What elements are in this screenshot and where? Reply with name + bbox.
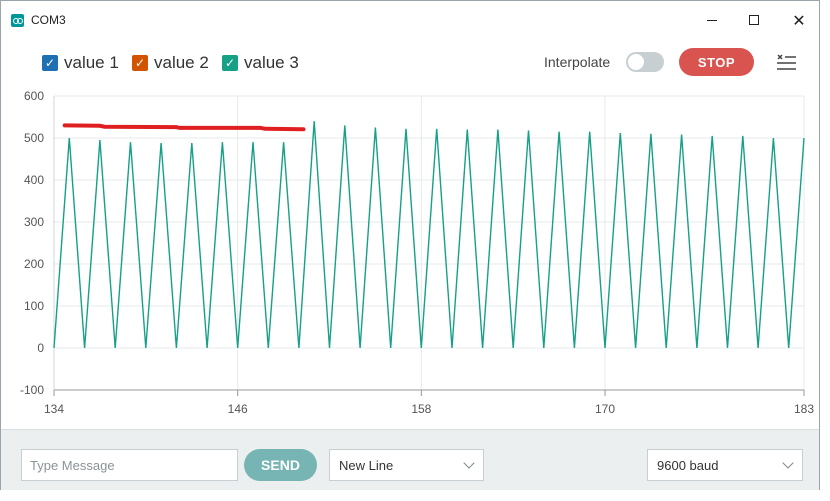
line-ending-select[interactable]: New Line: [329, 449, 484, 481]
series-line-value-3: [53, 121, 805, 349]
x-tick-label: 158: [411, 402, 431, 416]
y-tick-label: 0: [37, 341, 44, 355]
legend-item-value-2[interactable]: ✓ value 2: [132, 53, 209, 73]
plot-area: 600 500 400 300 200 100 0 -100134 146 158 170 183: [20, 89, 814, 416]
interpolate-label: Interpolate: [544, 54, 611, 70]
message-input[interactable]: [21, 449, 238, 481]
arduino-icon: [11, 14, 24, 27]
close-button[interactable]: ✕: [779, 9, 819, 31]
close-icon: ✕: [792, 10, 806, 30]
legend-item-value-1[interactable]: ✓ value 1: [42, 53, 119, 73]
toggle-knob: [628, 54, 644, 70]
stop-button[interactable]: STOP: [679, 48, 754, 76]
y-tick-label: 400: [24, 173, 44, 187]
y-tick-label: 500: [24, 131, 44, 145]
minimize-icon: [707, 19, 717, 21]
x-tick-label: 170: [595, 402, 615, 416]
chevron-down-icon: [782, 457, 794, 469]
line-ending-value: New Line: [339, 457, 394, 473]
checkbox-value-3[interactable]: ✓: [222, 55, 238, 71]
legend-label: value 2: [154, 53, 209, 72]
legend-label: value 3: [244, 53, 299, 72]
send-button[interactable]: SEND: [244, 449, 317, 481]
x-tick-label: 146: [228, 402, 248, 416]
serial-plotter-window: COM3 ✕ ✓ value 1 ✓ value 2 ✓ value 3 Int…: [0, 0, 820, 496]
x-tick-label: 134: [44, 402, 64, 416]
checkbox-value-1[interactable]: ✓: [42, 55, 58, 71]
message-bar: SEND New Line 9600 baud: [1, 429, 819, 495]
background-window-edge: [0, 490, 830, 501]
y-tick-label: 200: [24, 257, 44, 271]
checkbox-value-2[interactable]: ✓: [132, 55, 148, 71]
legend-item-value-3[interactable]: ✓ value 3: [222, 53, 299, 73]
chevron-down-icon: [463, 457, 475, 469]
red-annotation-mark: [62, 123, 306, 132]
title-bar: COM3 ✕: [1, 1, 819, 39]
maximize-button[interactable]: [734, 9, 774, 31]
window-title: COM3: [31, 13, 66, 27]
baud-rate-value: 9600 baud: [657, 457, 719, 473]
interpolate-toggle[interactable]: [626, 52, 664, 72]
minimize-button[interactable]: [692, 9, 732, 31]
clear-list-icon[interactable]: [775, 52, 797, 72]
maximize-icon: [749, 15, 759, 25]
x-tick-label: 183: [794, 402, 814, 416]
baud-rate-select[interactable]: 9600 baud: [647, 449, 803, 481]
y-tick-label: 600: [24, 89, 44, 103]
plotter-toolbar: ✓ value 1 ✓ value 2 ✓ value 3 Interpolat…: [1, 41, 819, 83]
y-tick-label: 300: [24, 215, 44, 229]
y-tick-label: -100: [20, 383, 44, 397]
legend-label: value 1: [64, 53, 119, 72]
y-tick-label: 100: [24, 299, 44, 313]
